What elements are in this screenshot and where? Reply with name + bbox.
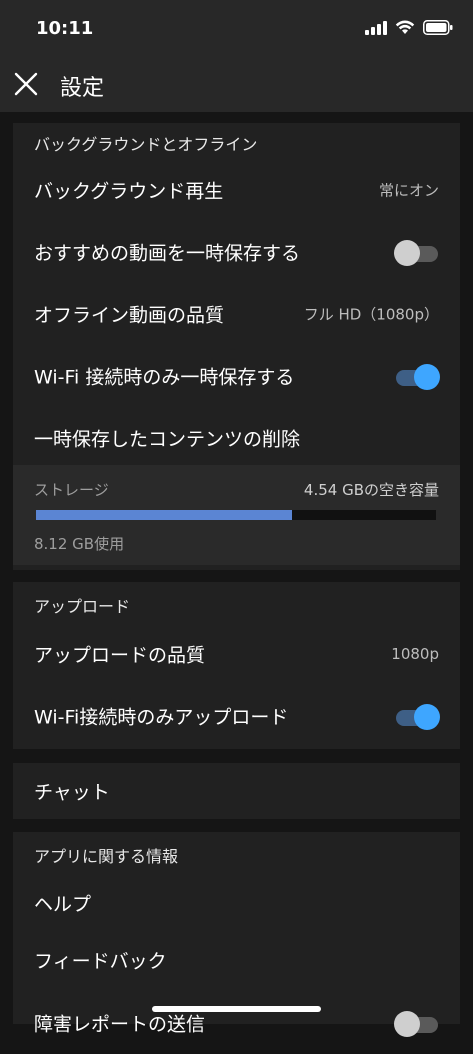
toggle-knob [394,240,420,266]
section-header: アプリに関する情報 [34,847,179,866]
wifi-only-upload-row[interactable]: Wi-Fi接続時のみアップロード [13,685,460,747]
cellular-signal-icon [365,20,387,35]
upload-quality-row[interactable]: アップロードの品質 1080p [13,623,460,685]
row-value: 常にオン [378,181,439,200]
row-label: Wi-Fi 接続時のみ一時保存する [34,366,295,389]
smart-downloads-row[interactable]: おすすめの動画を一時保存する [13,221,460,283]
home-indicator[interactable] [152,1006,321,1012]
storage-used: 8.12 GB使用 [34,535,125,553]
row-label: アップロードの品質 [34,644,206,667]
row-value: 1080p [391,645,439,663]
status-icons [365,20,453,35]
row-label: オフライン動画の品質 [34,304,225,327]
row-label: 一時保存したコンテンツの削除 [34,428,301,451]
upload-section: アップロード アップロードの品質 1080p Wi-Fi接続時のみアップロード [13,582,460,749]
battery-icon [423,20,453,35]
storage-panel: ストレージ 4.54 GBの空き容量 8.12 GB使用 [13,465,460,565]
section-header: アップロード [34,597,131,616]
storage-label: ストレージ [34,481,109,499]
storage-bar [36,510,436,520]
toggle-knob [414,364,440,390]
wifi-only-upload-toggle[interactable] [394,704,440,730]
wifi-only-download-toggle[interactable] [394,364,440,390]
row-label: おすすめの動画を一時保存する [34,242,301,265]
smart-downloads-toggle[interactable] [394,240,440,266]
wifi-icon [395,20,415,34]
close-icon[interactable] [12,70,40,98]
feedback-row[interactable]: フィードバック [13,929,460,991]
row-label: 障害レポートの送信 [34,1013,206,1036]
help-row[interactable]: ヘルプ [13,872,460,934]
background-offline-section: バックグラウンドとオフライン バックグラウンド再生 常にオン おすすめの動画を一… [13,123,460,570]
top-app-bar: 設定 [0,56,473,112]
crash-report-row[interactable]: 障害レポートの送信 [13,992,460,1054]
row-value: フル HD（1080p） [303,305,439,324]
delete-downloads-row[interactable]: 一時保存したコンテンツの削除 [13,407,460,469]
offline-quality-row[interactable]: オフライン動画の品質 フル HD（1080p） [13,283,460,345]
status-time: 10:11 [36,18,94,39]
row-label: Wi-Fi接続時のみアップロード [34,706,289,729]
section-header: バックグラウンドとオフライン [34,135,258,154]
storage-bar-fill [36,510,292,520]
page-title: 設定 [60,76,105,101]
toggle-knob [414,704,440,730]
status-bar: 10:11 [0,0,473,56]
crash-report-toggle[interactable] [394,1011,440,1037]
row-label: バックグラウンド再生 [34,180,224,203]
wifi-only-download-row[interactable]: Wi-Fi 接続時のみ一時保存する [13,345,460,407]
row-label: フィードバック [34,950,167,973]
toggle-knob [394,1011,420,1037]
background-playback-row[interactable]: バックグラウンド再生 常にオン [13,159,460,221]
chat-section[interactable]: チャット [13,763,460,819]
storage-free: 4.54 GBの空き容量 [303,481,439,499]
chat-label: チャット [34,781,110,804]
row-label: ヘルプ [34,893,92,916]
about-section: アプリに関する情報 ヘルプ フィードバック 障害レポートの送信 [13,832,460,1037]
